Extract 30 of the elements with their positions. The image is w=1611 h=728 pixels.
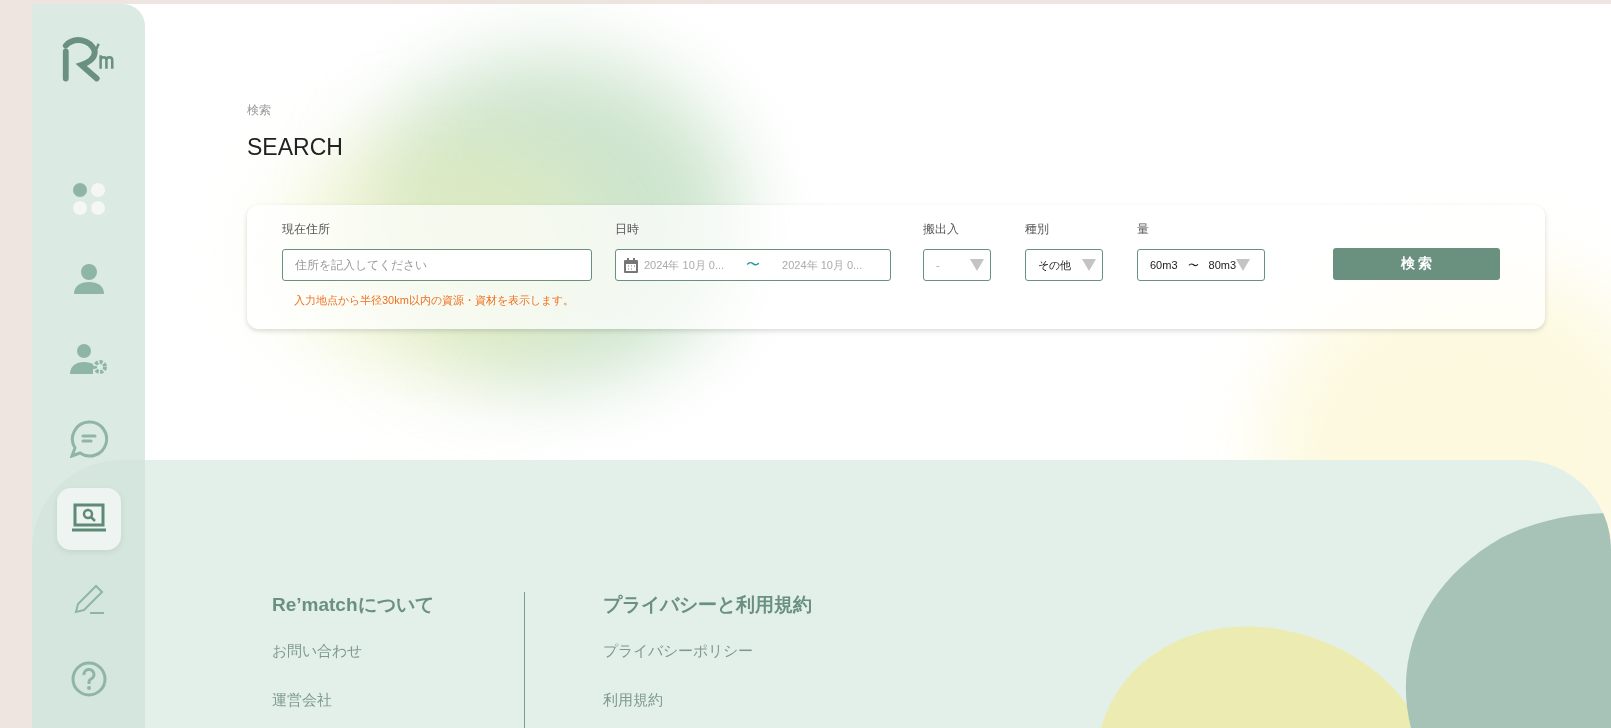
grid-dots-icon — [71, 182, 106, 217]
start-date: 2024年 10月 0... — [644, 257, 725, 273]
footer-heading: プライバシーと利用規約 — [603, 593, 813, 617]
category-dropdown[interactable]: その他 — [1025, 249, 1103, 281]
page-title: SEARCH — [247, 134, 343, 161]
address-field[interactable]: 住所を記入してください — [282, 249, 592, 281]
date-range-field[interactable]: 2024年 10月 0... 〜 2024年 10月 0... — [615, 249, 891, 281]
help-icon — [70, 661, 107, 698]
range-separator: 〜 — [746, 256, 761, 274]
chat-bubble-icon — [69, 420, 108, 459]
page-subtitle: 検索 — [247, 102, 271, 119]
calendar-icon — [624, 257, 638, 273]
search-button[interactable]: 検 索 — [1333, 248, 1500, 280]
footer-link[interactable]: プライバシーポリシー — [603, 642, 855, 661]
end-date: 2024年 10月 0... — [782, 257, 863, 273]
user-gear-icon — [69, 343, 108, 376]
field-label: 現在住所 — [282, 221, 331, 238]
user-icon — [72, 263, 105, 296]
footer-link[interactable]: 利用規約 — [603, 691, 855, 710]
address-note: 入力地点から半径30km以内の資源・資材を表示します。 — [294, 293, 575, 308]
direction-dropdown[interactable]: - — [923, 249, 991, 281]
footer-link[interactable]: お問い合わせ — [272, 642, 524, 661]
field-label: 日時 — [615, 221, 640, 238]
nav-item[interactable] — [56, 488, 121, 551]
field-label: 種別 — [1025, 221, 1050, 238]
footer-link[interactable]: 運営会社 — [272, 691, 524, 710]
amount-dropdown[interactable]: 60m3 〜 80m3 — [1137, 249, 1265, 281]
field-label: 量 — [1137, 221, 1150, 238]
field-label: 搬出入 — [923, 221, 960, 238]
footer-heading: Re’matchについて — [272, 593, 435, 617]
